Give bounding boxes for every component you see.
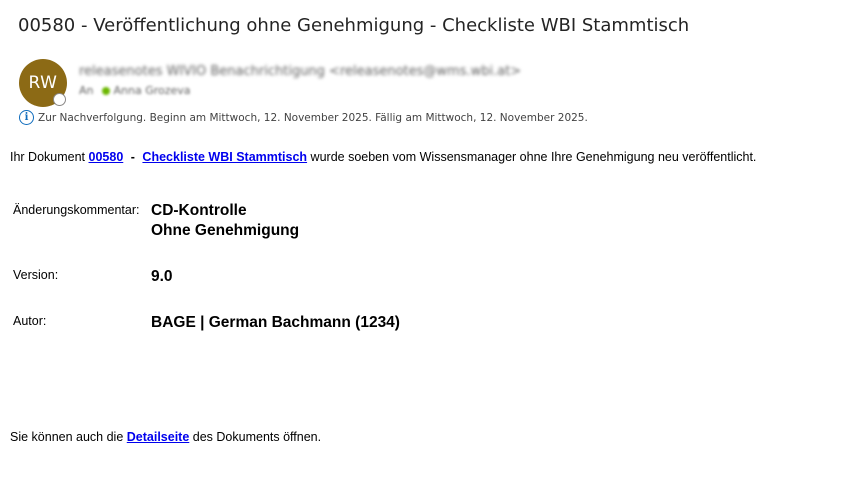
recipient-name[interactable]: Anna Grozeva bbox=[114, 84, 191, 97]
version-label: Version: bbox=[13, 268, 59, 282]
email-reading-pane: 00580 - Veröffentlichung ohne Genehmigun… bbox=[0, 0, 843, 490]
recipient-line: An Anna Grozeva bbox=[79, 84, 191, 97]
sender-address[interactable]: releasenotes WIVIO Benachrichtigung <rel… bbox=[79, 64, 521, 79]
followup-text: Zur Nachverfolgung. Beginn am Mittwoch, … bbox=[38, 111, 588, 124]
email-subject: 00580 - Veröffentlichung ohne Genehmigun… bbox=[18, 15, 690, 36]
recipient-presence-icon bbox=[101, 87, 110, 95]
info-icon: i bbox=[19, 110, 34, 125]
doc-separator: - bbox=[130, 150, 135, 164]
author-value: BAGE | German Bachmann (1234) bbox=[151, 314, 400, 331]
intro-prefix: Ihr Dokument bbox=[10, 150, 86, 164]
closing-prefix: Sie können auch die bbox=[10, 430, 124, 444]
version-value: 9.0 bbox=[151, 268, 173, 285]
intro-paragraph: Ihr Dokument 00580 - Checkliste WBI Stam… bbox=[10, 150, 756, 164]
intro-suffix: wurde soeben vom Wissensmanager ohne Ihr… bbox=[310, 150, 757, 164]
to-label: An bbox=[79, 84, 94, 97]
closing-paragraph: Sie können auch die Detailseite des Doku… bbox=[10, 430, 321, 444]
comment-value-line2: Ohne Genehmigung bbox=[151, 222, 300, 239]
presence-status-icon bbox=[53, 93, 66, 106]
comment-label: Änderungskommentar: bbox=[13, 203, 140, 217]
comment-value-line1: CD-Kontrolle bbox=[151, 202, 247, 219]
doc-title-link[interactable]: Checkliste WBI Stammtisch bbox=[142, 150, 307, 164]
closing-suffix: des Dokuments öffnen. bbox=[192, 430, 322, 444]
detail-page-link[interactable]: Detailseite bbox=[127, 430, 190, 444]
author-label: Autor: bbox=[13, 314, 47, 328]
doc-number-link[interactable]: 00580 bbox=[89, 150, 124, 164]
followup-flag-banner: i Zur Nachverfolgung. Beginn am Mittwoch… bbox=[19, 110, 588, 125]
